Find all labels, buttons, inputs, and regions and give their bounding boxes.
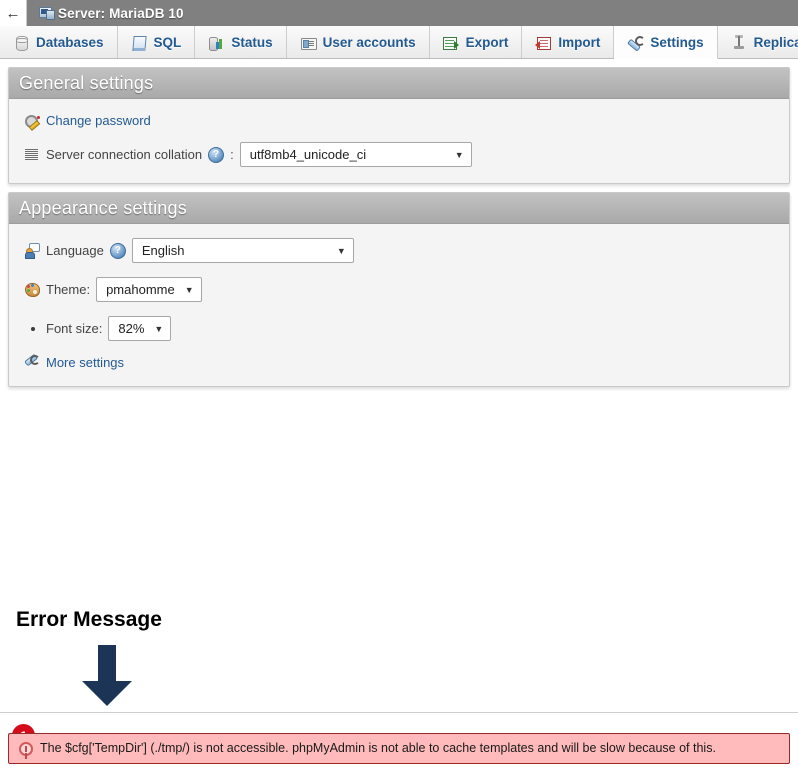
language-selected-value: English xyxy=(142,243,185,258)
status-chart-icon xyxy=(208,35,224,50)
chevron-down-icon: ▼ xyxy=(455,150,464,160)
tab-settings[interactable]: Settings xyxy=(614,26,717,59)
general-settings-panel: General settings Change password Server … xyxy=(8,67,790,184)
server-monitor-icon xyxy=(39,7,53,19)
general-settings-header: General settings xyxy=(9,68,789,99)
tab-label: SQL xyxy=(154,35,182,50)
help-icon[interactable]: ? xyxy=(110,243,126,259)
language-row: Language ? English ▼ xyxy=(25,238,773,263)
bullet-icon xyxy=(25,327,40,331)
chevron-down-icon: ▼ xyxy=(154,324,163,334)
tab-export[interactable]: Export xyxy=(430,26,523,58)
general-settings-heading: General settings xyxy=(19,73,153,94)
more-settings-row: More settings xyxy=(25,355,773,370)
change-password-row: Change password xyxy=(25,113,773,128)
appearance-settings-header: Appearance settings xyxy=(9,193,789,224)
replication-icon xyxy=(731,35,747,50)
tab-label: Settings xyxy=(650,35,703,50)
tab-label: Replication xyxy=(754,35,798,50)
collation-select[interactable]: utf8mb4_unicode_ci ▼ xyxy=(240,142,472,167)
annotation-title: Error Message xyxy=(16,608,162,632)
font-size-selected-value: 82% xyxy=(118,321,144,336)
database-icon xyxy=(13,35,29,50)
tab-label: Databases xyxy=(36,35,104,50)
down-arrow-icon xyxy=(80,645,134,707)
error-exclamation-icon xyxy=(19,742,33,756)
wrench-icon xyxy=(25,355,40,370)
language-label: Language xyxy=(46,243,104,258)
collation-lines-icon xyxy=(25,147,40,162)
tab-label: Import xyxy=(558,35,600,50)
main-tab-bar: Databases SQL Status User accounts Expor… xyxy=(0,26,798,59)
tab-label: Status xyxy=(231,35,272,50)
theme-select[interactable]: pmahomme ▼ xyxy=(96,277,202,302)
tab-label: Export xyxy=(466,35,509,50)
export-icon xyxy=(443,35,459,50)
tab-import[interactable]: Import xyxy=(522,26,614,58)
theme-selected-value: pmahomme xyxy=(106,282,175,297)
tab-label: User accounts xyxy=(323,35,416,50)
server-connection-collation-row: Server connection collation ? : utf8mb4_… xyxy=(25,142,773,167)
more-settings-link[interactable]: More settings xyxy=(46,355,124,370)
palette-icon xyxy=(25,282,40,297)
sql-page-icon xyxy=(131,35,147,50)
window-title-group: Server: MariaDB 10 xyxy=(27,6,184,21)
language-icon xyxy=(25,243,40,258)
collation-colon: : xyxy=(230,147,234,162)
error-message-bar: The $cfg['TempDir'] (./tmp/) is not acce… xyxy=(8,733,790,764)
window-title-bar: ← Server: MariaDB 10 xyxy=(0,0,798,26)
general-settings-body: Change password Server connection collat… xyxy=(9,99,789,183)
tab-status[interactable]: Status xyxy=(195,26,286,58)
divider xyxy=(0,712,798,713)
theme-label: Theme: xyxy=(46,282,90,297)
tab-databases[interactable]: Databases xyxy=(0,26,118,58)
user-card-icon xyxy=(300,35,316,50)
theme-row: Theme: pmahomme ▼ xyxy=(25,277,773,302)
appearance-settings-panel: Appearance settings Language ? English ▼… xyxy=(8,192,790,387)
tab-replication[interactable]: Replication xyxy=(718,26,798,58)
page-title: Server: MariaDB 10 xyxy=(58,6,184,21)
change-password-link[interactable]: Change password xyxy=(46,113,151,128)
error-message-text: The $cfg['TempDir'] (./tmp/) is not acce… xyxy=(40,741,716,756)
appearance-settings-heading: Appearance settings xyxy=(19,198,187,219)
back-button[interactable]: ← xyxy=(0,0,27,26)
collation-selected-value: utf8mb4_unicode_ci xyxy=(250,147,366,162)
appearance-settings-body: Language ? English ▼ Theme: pmahomme ▼ F… xyxy=(9,224,789,386)
key-edit-icon xyxy=(25,113,40,128)
font-size-row: Font size: 82% ▼ xyxy=(25,316,773,341)
wrench-icon xyxy=(627,35,643,50)
font-size-select[interactable]: 82% ▼ xyxy=(108,316,171,341)
collation-label: Server connection collation xyxy=(46,147,202,162)
chevron-down-icon: ▼ xyxy=(337,246,346,256)
help-icon[interactable]: ? xyxy=(208,147,224,163)
import-icon xyxy=(535,35,551,50)
chevron-down-icon: ▼ xyxy=(185,285,194,295)
font-size-label: Font size: xyxy=(46,321,102,336)
tab-user-accounts[interactable]: User accounts xyxy=(287,26,430,58)
tab-sql[interactable]: SQL xyxy=(118,26,196,58)
language-select[interactable]: English ▼ xyxy=(132,238,354,263)
